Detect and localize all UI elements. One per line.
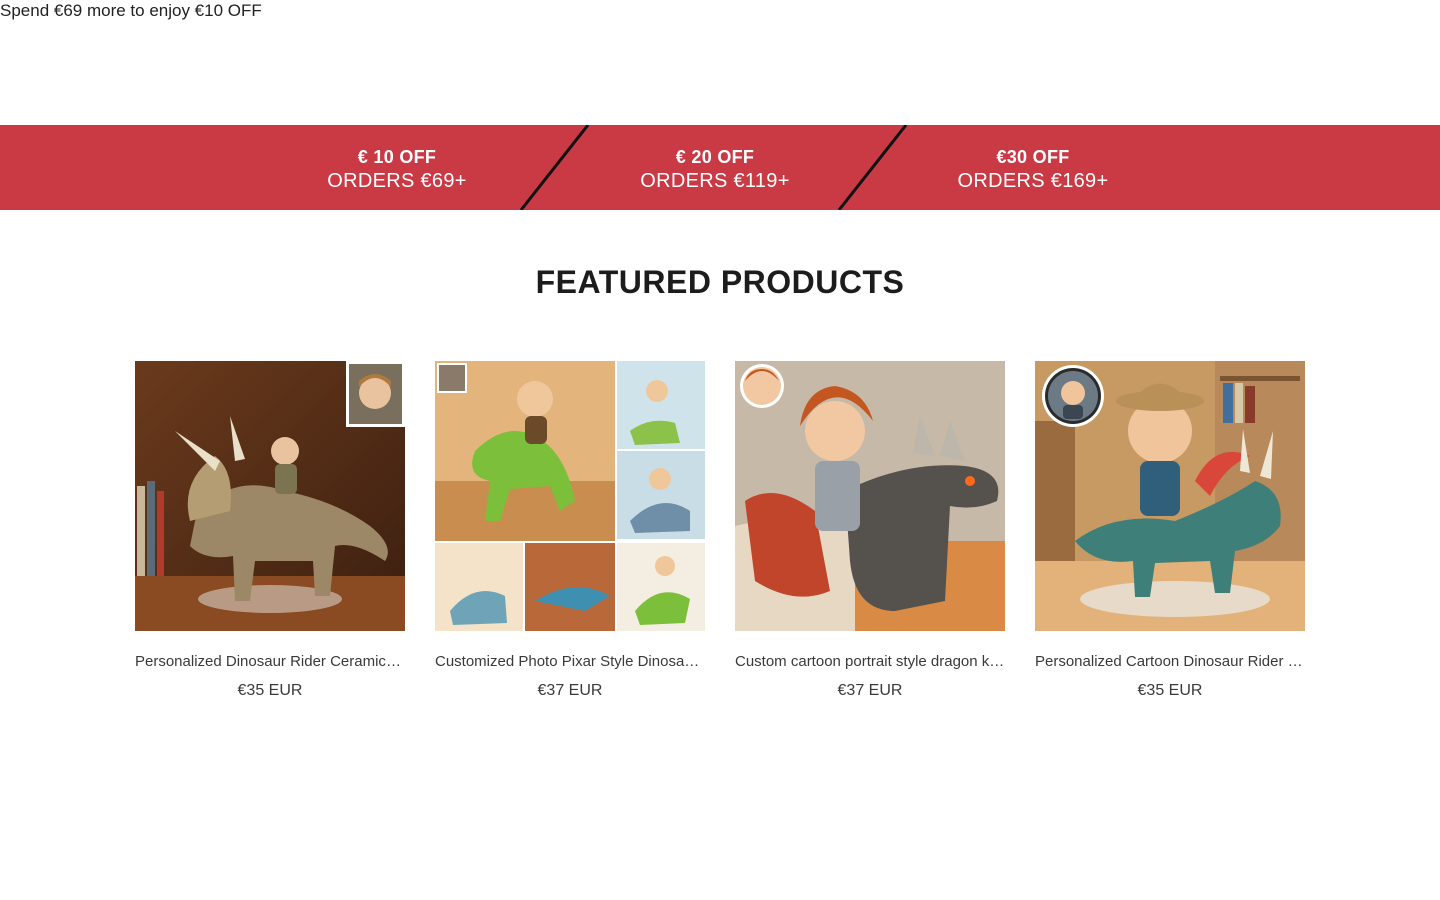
product-title[interactable]: Personalized Cartoon Dinosaur Rider Figu… xyxy=(1035,653,1305,671)
discount-tier-amount: € 20 OFF xyxy=(675,147,755,167)
product-title[interactable]: Personalized Dinosaur Rider Ceramic Figu… xyxy=(135,653,405,671)
triceratops-rider-photo[interactable] xyxy=(135,361,405,631)
product-price: €35 EUR xyxy=(1137,682,1203,699)
product-card[interactable]: Personalized Dinosaur Rider Ceramic Figu… xyxy=(135,361,405,701)
discount-tier-1: € 10 OFF ORDERS €69+ xyxy=(267,145,527,193)
product-card[interactable]: Custom cartoon portrait style dragon kni… xyxy=(735,361,1005,701)
free-shipping-progress-text: Spend €69 more to enjoy €10 OFF xyxy=(0,1,262,20)
featured-products-grid: Personalized Dinosaur Rider Ceramic Figu… xyxy=(135,361,1305,711)
pixar-dinosaur-collage-photo[interactable] xyxy=(435,361,705,631)
product-title[interactable]: Customized Photo Pixar Style Dinosaur Ri… xyxy=(435,653,705,671)
discount-tier-amount: € 10 OFF xyxy=(357,147,437,167)
product-price: €37 EUR xyxy=(837,682,903,699)
discount-tier-3: €30 OFF ORDERS €169+ xyxy=(903,145,1163,193)
dragon-knight-photo[interactable] xyxy=(735,361,1005,631)
discount-tiers-banner: € 10 OFF ORDERS €69+ € 20 OFF ORDERS €11… xyxy=(0,125,1440,210)
product-card[interactable]: Personalized Cartoon Dinosaur Rider Figu… xyxy=(1035,361,1305,701)
product-price: €37 EUR xyxy=(537,682,603,699)
product-card[interactable]: Customized Photo Pixar Style Dinosaur Ri… xyxy=(435,361,705,701)
product-title[interactable]: Custom cartoon portrait style dragon kni… xyxy=(735,653,1005,671)
discount-tier-threshold: ORDERS €119+ xyxy=(640,170,790,192)
discount-tier-threshold: ORDERS €69+ xyxy=(327,170,467,192)
discount-tier-amount: €30 OFF xyxy=(996,147,1070,167)
cartoon-triceratops-rider-photo[interactable] xyxy=(1035,361,1305,631)
discount-tier-threshold: ORDERS €169+ xyxy=(957,170,1109,192)
discount-tier-2: € 20 OFF ORDERS €119+ xyxy=(585,145,845,193)
featured-products-heading: FEATURED PRODUCTS xyxy=(535,264,905,300)
product-price: €35 EUR xyxy=(237,682,303,699)
